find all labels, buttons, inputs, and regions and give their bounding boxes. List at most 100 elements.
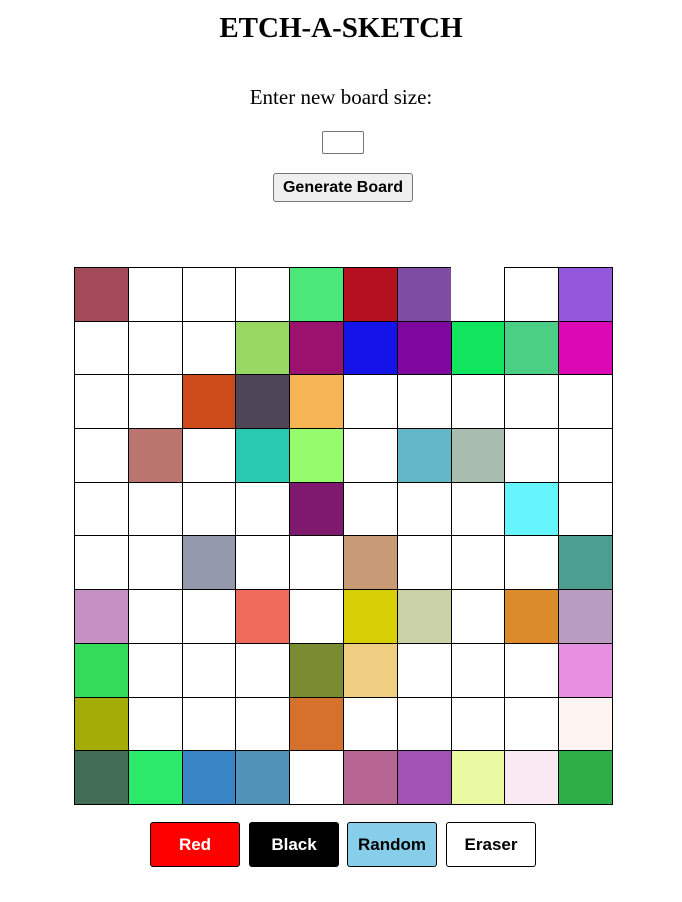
board-cell[interactable] xyxy=(504,642,560,698)
board-cell[interactable] xyxy=(235,481,291,537)
board-cell[interactable] xyxy=(450,267,506,322)
board-cell[interactable] xyxy=(504,696,560,752)
board-cell[interactable] xyxy=(558,589,613,644)
board-cell[interactable] xyxy=(74,642,129,698)
board-cell[interactable] xyxy=(504,428,560,483)
board-cell[interactable] xyxy=(342,320,398,376)
board-cell[interactable] xyxy=(342,267,398,322)
board-cell[interactable] xyxy=(558,642,613,698)
board-cell[interactable] xyxy=(504,320,560,376)
board-cell[interactable] xyxy=(181,642,237,698)
board-cell[interactable] xyxy=(504,750,560,805)
board-cell[interactable] xyxy=(289,267,344,322)
board-cell[interactable] xyxy=(450,374,506,430)
board-cell[interactable] xyxy=(558,374,613,430)
board-cell[interactable] xyxy=(181,535,237,591)
board-cell[interactable] xyxy=(450,481,506,537)
board-cell[interactable] xyxy=(504,589,560,644)
board-cell[interactable] xyxy=(181,320,237,376)
board-cell[interactable] xyxy=(235,696,291,752)
board-cell[interactable] xyxy=(396,428,452,483)
board-size-input[interactable] xyxy=(322,131,364,154)
board-cell[interactable] xyxy=(289,320,344,376)
board-cell[interactable] xyxy=(181,374,237,430)
board-cell[interactable] xyxy=(127,589,183,644)
board-cell[interactable] xyxy=(504,267,560,322)
board-cell[interactable] xyxy=(558,481,613,537)
board-cell[interactable] xyxy=(127,696,183,752)
board-cell[interactable] xyxy=(558,750,613,805)
board-cell[interactable] xyxy=(127,481,183,537)
board-cell[interactable] xyxy=(74,428,129,483)
board-cell[interactable] xyxy=(396,750,452,805)
board-cell[interactable] xyxy=(450,428,506,483)
board-cell[interactable] xyxy=(450,750,506,805)
board-cell[interactable] xyxy=(74,696,129,752)
board-cell[interactable] xyxy=(396,374,452,430)
board-cell[interactable] xyxy=(235,642,291,698)
board-cell[interactable] xyxy=(127,750,183,805)
board-cell[interactable] xyxy=(289,535,344,591)
board-cell[interactable] xyxy=(450,696,506,752)
black-button[interactable]: Black xyxy=(249,822,339,867)
board-cell[interactable] xyxy=(558,428,613,483)
board-cell[interactable] xyxy=(342,642,398,698)
board-cell[interactable] xyxy=(235,589,291,644)
eraser-button[interactable]: Eraser xyxy=(446,822,536,867)
board-cell[interactable] xyxy=(289,481,344,537)
board-cell[interactable] xyxy=(450,320,506,376)
random-button[interactable]: Random xyxy=(347,822,437,867)
board-cell[interactable] xyxy=(181,481,237,537)
board-cell[interactable] xyxy=(127,374,183,430)
board-cell[interactable] xyxy=(342,374,398,430)
board-cell[interactable] xyxy=(558,320,613,376)
board-cell[interactable] xyxy=(558,535,613,591)
board-cell[interactable] xyxy=(181,589,237,644)
board-cell[interactable] xyxy=(74,481,129,537)
board-cell[interactable] xyxy=(289,696,344,752)
board-cell[interactable] xyxy=(342,481,398,537)
board-cell[interactable] xyxy=(127,320,183,376)
board-cell[interactable] xyxy=(396,320,452,376)
board-cell[interactable] xyxy=(289,642,344,698)
board-cell[interactable] xyxy=(396,481,452,537)
board-cell[interactable] xyxy=(342,589,398,644)
board-cell[interactable] xyxy=(289,374,344,430)
board-cell[interactable] xyxy=(342,428,398,483)
board-cell[interactable] xyxy=(235,750,291,805)
board-cell[interactable] xyxy=(235,535,291,591)
board-cell[interactable] xyxy=(181,696,237,752)
board-cell[interactable] xyxy=(396,589,452,644)
board-cell[interactable] xyxy=(504,374,560,430)
board-cell[interactable] xyxy=(74,320,129,376)
board-cell[interactable] xyxy=(450,589,506,644)
board-cell[interactable] xyxy=(450,535,506,591)
red-button[interactable]: Red xyxy=(150,822,240,867)
board-cell[interactable] xyxy=(235,428,291,483)
board-cell[interactable] xyxy=(289,750,344,805)
board-cell[interactable] xyxy=(181,428,237,483)
board-cell[interactable] xyxy=(74,267,129,322)
board-cell[interactable] xyxy=(396,642,452,698)
board-cell[interactable] xyxy=(396,535,452,591)
board-cell[interactable] xyxy=(342,696,398,752)
board-cell[interactable] xyxy=(235,267,291,322)
board-cell[interactable] xyxy=(181,267,237,322)
board-cell[interactable] xyxy=(127,428,183,483)
board-cell[interactable] xyxy=(74,535,129,591)
board-cell[interactable] xyxy=(127,267,183,322)
board-cell[interactable] xyxy=(342,535,398,591)
board-cell[interactable] xyxy=(74,374,129,430)
generate-board-button[interactable]: Generate Board xyxy=(273,173,413,202)
board-cell[interactable] xyxy=(181,750,237,805)
board-cell[interactable] xyxy=(342,750,398,805)
board-cell[interactable] xyxy=(289,428,344,483)
board-cell[interactable] xyxy=(504,481,560,537)
board-cell[interactable] xyxy=(74,750,129,805)
board-cell[interactable] xyxy=(504,535,560,591)
board-cell[interactable] xyxy=(396,696,452,752)
board-cell[interactable] xyxy=(127,642,183,698)
board-cell[interactable] xyxy=(396,267,452,322)
board-cell[interactable] xyxy=(127,535,183,591)
board-cell[interactable] xyxy=(558,267,613,322)
